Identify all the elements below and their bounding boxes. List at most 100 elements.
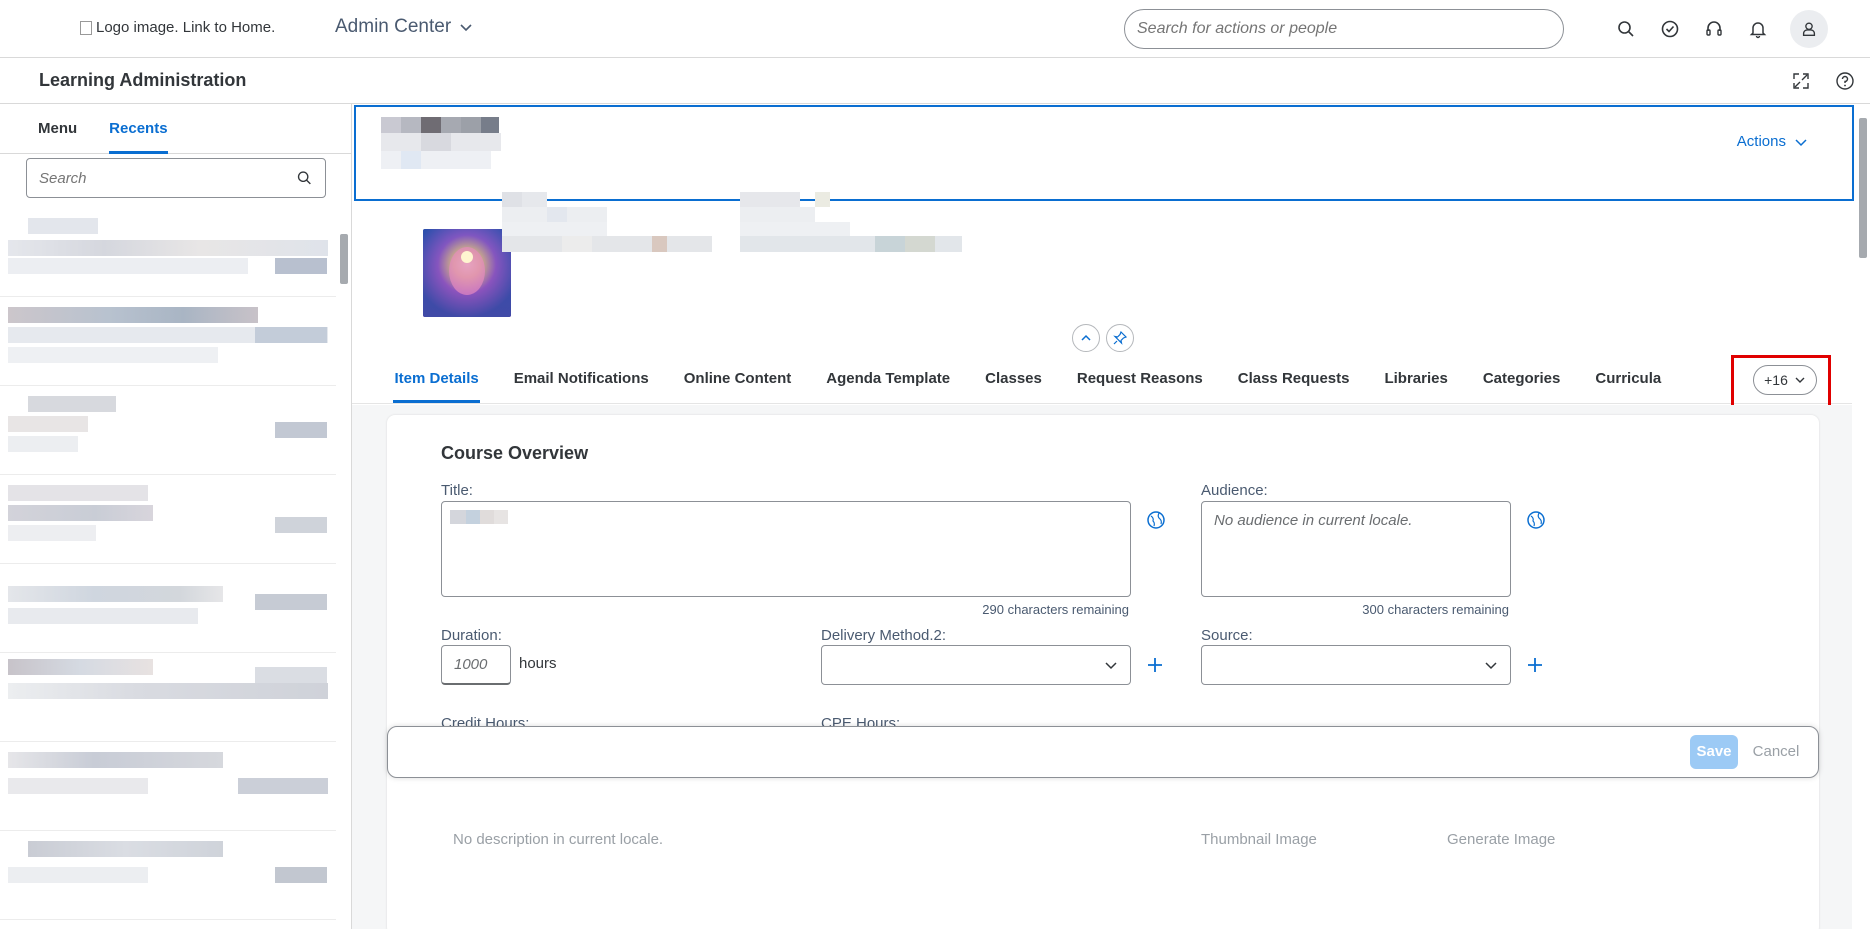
- tab-categories[interactable]: Categories: [1465, 354, 1578, 403]
- logo-alt-text: Logo image. Link to Home.: [96, 19, 276, 36]
- recents-list: [0, 208, 336, 920]
- user-avatar-button[interactable]: [1790, 10, 1828, 48]
- notifications-button[interactable]: [1736, 8, 1780, 50]
- list-item[interactable]: [0, 208, 336, 297]
- tab-classes[interactable]: Classes: [968, 354, 1060, 403]
- generate-image-link[interactable]: Generate Image: [1447, 831, 1555, 848]
- object-header: Actions: [354, 105, 1854, 201]
- list-item[interactable]: [0, 386, 336, 475]
- search-icon[interactable]: [296, 169, 313, 187]
- exit-fullscreen-button[interactable]: [1788, 68, 1814, 94]
- sidebar-search-input[interactable]: [39, 169, 297, 187]
- app-name: Admin Center: [335, 16, 452, 37]
- source-select[interactable]: [1201, 645, 1511, 685]
- sidebar-tabs: Menu Recents: [0, 104, 351, 154]
- search-button[interactable]: [1604, 8, 1648, 50]
- blurred-item-title: [381, 117, 501, 169]
- section-title: Course Overview: [441, 443, 589, 463]
- tab-item-details[interactable]: Item Details: [377, 354, 496, 403]
- list-item[interactable]: [0, 297, 336, 386]
- global-search-input[interactable]: [1137, 20, 1551, 38]
- user-icon: [1802, 22, 1816, 36]
- page-subheader: Learning Administration: [0, 58, 1870, 104]
- plus-icon: [1528, 658, 1542, 672]
- support-button[interactable]: [1692, 8, 1736, 50]
- list-item[interactable]: [0, 742, 336, 831]
- overflow-count: +16: [1764, 372, 1788, 388]
- app-menu-button[interactable]: Admin Center: [335, 16, 473, 38]
- plus-icon: [1148, 658, 1162, 672]
- page-title: Learning Administration: [39, 70, 247, 90]
- bell-icon: [1749, 22, 1767, 39]
- tab-request-reasons[interactable]: Request Reasons: [1059, 354, 1220, 403]
- collapse-header-button[interactable]: [1072, 324, 1100, 352]
- chevron-down-icon: [1795, 138, 1807, 146]
- sidebar-tab-recents[interactable]: Recents: [93, 104, 183, 154]
- chevron-down-icon: [1105, 662, 1117, 670]
- shell-bar: Logo image. Link to Home. Admin Center: [0, 0, 1870, 58]
- headset-icon: [1706, 21, 1722, 36]
- tab-curricula[interactable]: Curricula: [1578, 354, 1679, 403]
- tab-class-requests[interactable]: Class Requests: [1220, 354, 1367, 403]
- chevron-down-icon: [1485, 662, 1497, 670]
- tab-libraries[interactable]: Libraries: [1367, 354, 1465, 403]
- header-controls: [1072, 324, 1134, 352]
- save-button[interactable]: Save: [1690, 735, 1738, 769]
- cancel-button[interactable]: Cancel: [1746, 735, 1806, 769]
- add-delivery-method-button[interactable]: [1143, 653, 1167, 677]
- audience-char-counter: 300 characters remaining: [1362, 602, 1509, 617]
- tab-online-content[interactable]: Online Content: [666, 354, 809, 403]
- sidebar-scrollbar[interactable]: [338, 220, 350, 929]
- pin-icon: [1113, 331, 1127, 345]
- description-placeholder: No description in current locale.: [453, 831, 664, 848]
- main-content: Actions Item Details Email Notifications…: [352, 104, 1870, 929]
- duration-label: Duration:: [441, 627, 502, 644]
- course-thumbnail-image: [423, 229, 511, 317]
- object-page-tabs: Item Details Email Notifications Online …: [352, 354, 1852, 404]
- list-item[interactable]: [0, 831, 336, 920]
- title-label: Title:: [441, 482, 473, 499]
- search-icon: [1618, 21, 1634, 37]
- help-button[interactable]: [1832, 68, 1858, 94]
- tab-agenda-template[interactable]: Agenda Template: [809, 354, 968, 403]
- chevron-down-icon: [1795, 377, 1805, 383]
- blurred-header-attribute-2: [740, 192, 962, 252]
- globe-icon[interactable]: [1145, 509, 1167, 531]
- task-check-icon: [1661, 20, 1679, 38]
- help-icon: [1836, 72, 1854, 90]
- thumbnail-label: Thumbnail Image: [1201, 831, 1317, 848]
- pin-header-button[interactable]: [1106, 324, 1134, 352]
- source-label: Source:: [1201, 627, 1253, 644]
- list-item[interactable]: [0, 475, 336, 564]
- delivery-method-select[interactable]: [821, 645, 1131, 685]
- actions-menu-button[interactable]: Actions: [1737, 133, 1808, 150]
- audience-label: Audience:: [1201, 482, 1268, 499]
- audience-placeholder: No audience in current locale.: [1214, 512, 1413, 529]
- chevron-down-icon: [460, 24, 472, 32]
- add-source-button[interactable]: [1523, 653, 1547, 677]
- sidebar-tab-menu[interactable]: Menu: [22, 104, 93, 153]
- duration-input[interactable]: 1000: [441, 645, 511, 685]
- tabs-overflow-button[interactable]: +16: [1753, 365, 1817, 395]
- sidebar-search-field[interactable]: [26, 158, 326, 198]
- global-search-field[interactable]: [1124, 9, 1564, 49]
- blurred-header-attribute-1: [502, 192, 712, 252]
- audience-field[interactable]: No audience in current locale.: [1201, 501, 1511, 597]
- logo-link[interactable]: Logo image. Link to Home.: [80, 19, 275, 36]
- title-field[interactable]: [441, 501, 1131, 597]
- title-char-counter: 290 characters remaining: [982, 602, 1129, 617]
- delivery-method-label: Delivery Method.2:: [821, 627, 947, 644]
- exit-fullscreen-icon: [1793, 73, 1809, 89]
- globe-icon[interactable]: [1525, 509, 1547, 531]
- chevron-up-icon: [1081, 334, 1091, 341]
- floating-footer: Save Cancel: [387, 726, 1819, 778]
- list-item[interactable]: [0, 653, 336, 742]
- broken-image-icon: [80, 20, 92, 35]
- actions-label: Actions: [1736, 133, 1786, 150]
- sidebar: Menu Recents: [0, 104, 352, 929]
- main-scrollbar[interactable]: [1856, 104, 1870, 929]
- duration-unit: hours: [519, 655, 557, 672]
- tab-email-notifications[interactable]: Email Notifications: [496, 354, 666, 403]
- list-item[interactable]: [0, 564, 336, 653]
- tasks-button[interactable]: [1648, 8, 1692, 50]
